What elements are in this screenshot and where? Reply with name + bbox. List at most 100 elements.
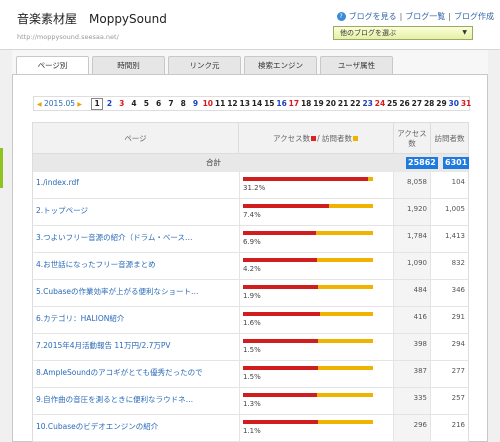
day-link-3[interactable]: 3 bbox=[116, 98, 128, 110]
tab-user-attributes[interactable]: ユーザ属性 bbox=[320, 56, 393, 74]
day-link-20[interactable]: 20 bbox=[325, 98, 337, 110]
tab-referrer[interactable]: リンク元 bbox=[168, 56, 241, 74]
day-link-30[interactable]: 30 bbox=[448, 98, 460, 110]
day-link-29[interactable]: 29 bbox=[435, 98, 447, 110]
day-link-8[interactable]: 8 bbox=[177, 98, 189, 110]
blog-list-link[interactable]: ブログ一覧 bbox=[405, 11, 445, 22]
day-link-22[interactable]: 22 bbox=[349, 98, 361, 110]
col-header-page: ページ bbox=[33, 123, 239, 154]
view-blog-link[interactable]: ブログを見る bbox=[349, 11, 397, 22]
visitor-bar bbox=[243, 177, 373, 181]
access-percent: 4.2% bbox=[243, 265, 261, 273]
visitor-count: 1,413 bbox=[444, 232, 465, 240]
stats-panel: ◀ 2015.05 ▶ 1 2 3 4 5 6 7 8 9 10 11 12 13 14 15 16 17 18 1… bbox=[12, 74, 488, 442]
tab-by-time[interactable]: 時間別 bbox=[92, 56, 165, 74]
bar-cell: 7.4% bbox=[239, 199, 394, 225]
next-month-icon[interactable]: ▶ bbox=[77, 101, 82, 108]
link-separator: | bbox=[399, 12, 403, 21]
day-link-9[interactable]: 9 bbox=[189, 98, 201, 110]
total-row: 合計 25862 6301 bbox=[32, 154, 470, 172]
visitor-bar bbox=[243, 204, 373, 208]
col-header-access: アクセス数 bbox=[394, 123, 431, 154]
visitor-bar bbox=[243, 339, 373, 343]
day-link-18[interactable]: 18 bbox=[300, 98, 312, 110]
table-row: 3.つよいフリー音源の紹介（ドラム・ベース… 6.9% 1,784 1,413 bbox=[32, 226, 469, 253]
access-percent: 1.5% bbox=[243, 346, 261, 354]
day-link-4[interactable]: 4 bbox=[128, 98, 140, 110]
page-link[interactable]: 9.自作曲の音圧を測るときに便利なラウドネ… bbox=[36, 394, 236, 405]
page-link[interactable]: 7.2015年4月活動報告 11万円/2.7万PV bbox=[36, 340, 236, 351]
page-link[interactable]: 5.Cubaseの作業効率が上がる便利なショート… bbox=[36, 286, 236, 297]
visitor-bar bbox=[243, 285, 373, 289]
blog-select-dropdown[interactable]: 他のブログを選ぶ ▼ bbox=[333, 26, 473, 40]
day-link-13[interactable]: 13 bbox=[239, 98, 251, 110]
day-link-12[interactable]: 12 bbox=[226, 98, 238, 110]
day-link-6[interactable]: 6 bbox=[152, 98, 164, 110]
bar-cell: 1.9% bbox=[239, 280, 394, 306]
day-link-5[interactable]: 5 bbox=[140, 98, 152, 110]
table-row: 4.お世話になったフリー音源まとめ 4.2% 1,090 832 bbox=[32, 253, 469, 280]
prev-month-icon[interactable]: ◀ bbox=[37, 101, 42, 108]
total-label: 合計 bbox=[206, 158, 221, 167]
access-bar bbox=[243, 204, 329, 208]
day-link-16[interactable]: 16 bbox=[275, 98, 287, 110]
day-link-26[interactable]: 26 bbox=[398, 98, 410, 110]
page-link[interactable]: 8.AmpleSoundのアコギがとても優秀だったので bbox=[36, 367, 236, 378]
access-bar bbox=[243, 420, 319, 424]
visitor-count: 1,005 bbox=[444, 205, 465, 213]
access-percent: 6.9% bbox=[243, 238, 261, 246]
site-title[interactable]: 音楽素材屋 MoppySound bbox=[17, 10, 167, 27]
day-link-10[interactable]: 10 bbox=[202, 98, 214, 110]
access-count: 1,784 bbox=[394, 226, 431, 252]
page-link[interactable]: 1./index.rdf bbox=[36, 178, 236, 187]
link-separator: | bbox=[448, 12, 451, 21]
day-link-11[interactable]: 11 bbox=[214, 98, 226, 110]
access-table: ページ アクセス数 / 訪問者数 アクセス数 訪問者数 合計 25862 630… bbox=[32, 122, 470, 442]
bar-cell: 4.2% bbox=[239, 253, 394, 279]
site-url[interactable]: http://moppysound.seesaa.net/ bbox=[17, 33, 119, 41]
day-link-24[interactable]: 24 bbox=[374, 98, 386, 110]
page-link[interactable]: 10.Cubaseのビデオエンジンの紹介 bbox=[36, 421, 236, 432]
access-count: 1,920 bbox=[394, 199, 431, 225]
access-percent: 31.2% bbox=[243, 184, 266, 192]
day-link-25[interactable]: 25 bbox=[386, 98, 398, 110]
month-label: 2015.05 bbox=[44, 99, 76, 108]
tab-by-page[interactable]: ページ別 bbox=[16, 56, 89, 75]
day-link-7[interactable]: 7 bbox=[165, 98, 177, 110]
bar-cell: 31.2% bbox=[239, 172, 394, 198]
day-link-27[interactable]: 27 bbox=[411, 98, 423, 110]
col-header-visitors: 訪問者数 bbox=[434, 133, 465, 143]
day-link-19[interactable]: 19 bbox=[312, 98, 324, 110]
access-percent: 1.5% bbox=[243, 373, 261, 381]
visitor-bar bbox=[243, 231, 373, 235]
access-percent: 1.6% bbox=[243, 319, 261, 327]
month-selector[interactable]: ◀ 2015.05 ▶ bbox=[37, 98, 82, 111]
access-count: 1,090 bbox=[394, 253, 431, 279]
day-link-21[interactable]: 21 bbox=[337, 98, 349, 110]
bar-cell: 1.5% bbox=[239, 334, 394, 360]
day-link-2[interactable]: 2 bbox=[103, 98, 115, 110]
day-link-23[interactable]: 23 bbox=[362, 98, 374, 110]
access-bar bbox=[243, 231, 316, 235]
page-link[interactable]: 2.トップページ bbox=[36, 205, 236, 216]
visitor-count: 832 bbox=[451, 259, 465, 267]
blog-select-label: 他のブログを選ぶ bbox=[340, 29, 396, 37]
table-row: 8.AmpleSoundのアコギがとても優秀だったので 1.5% 387 277 bbox=[32, 361, 469, 388]
visitor-count: 216 bbox=[451, 421, 465, 429]
tab-search-engine[interactable]: 検索エンジン bbox=[244, 56, 317, 74]
access-count: 387 bbox=[394, 361, 431, 387]
day-link-28[interactable]: 28 bbox=[423, 98, 435, 110]
total-visitors: 6301 bbox=[443, 157, 470, 169]
page-link[interactable]: 4.お世話になったフリー音源まとめ bbox=[36, 259, 236, 270]
day-link-14[interactable]: 14 bbox=[251, 98, 263, 110]
day-link-17[interactable]: 17 bbox=[288, 98, 300, 110]
create-blog-link[interactable]: ブログ作成 bbox=[454, 11, 494, 22]
day-link-31[interactable]: 31 bbox=[460, 98, 472, 110]
page-link[interactable]: 6.カテゴリ：HALION紹介 bbox=[36, 313, 236, 324]
visitor-count: 291 bbox=[451, 313, 465, 321]
tab-bar: ページ別 時間別 リンク元 検索エンジン ユーザ属性 bbox=[12, 56, 488, 75]
page-link[interactable]: 3.つよいフリー音源の紹介（ドラム・ベース… bbox=[36, 232, 236, 243]
table-row: 2.トップページ 7.4% 1,920 1,005 bbox=[32, 199, 469, 226]
day-link-1[interactable]: 1 bbox=[91, 98, 104, 110]
day-link-15[interactable]: 15 bbox=[263, 98, 275, 110]
